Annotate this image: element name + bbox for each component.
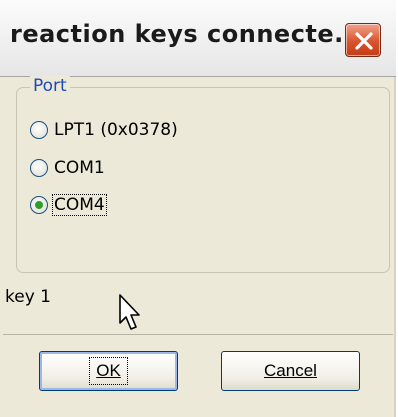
cancel-button-label: Cancel (264, 361, 317, 380)
radio-lpt1-label: LPT1 (0x0378) (54, 120, 178, 140)
ok-button[interactable]: OK (39, 351, 178, 391)
port-group-legend: Port (30, 76, 70, 96)
radio-com4-label: COM4 (52, 194, 107, 216)
close-button[interactable] (345, 23, 381, 57)
dialog-window: reaction keys connecte... Port LPT1 (0x0… (0, 0, 396, 417)
mouse-pointer-icon (119, 294, 140, 330)
footer-separator (3, 334, 393, 335)
ok-button-label: OK (89, 357, 128, 385)
radio-com4[interactable]: COM4 (30, 192, 107, 218)
close-x-icon (355, 32, 373, 50)
radio-lpt1[interactable]: LPT1 (0x0378) (30, 117, 180, 143)
radio-com1-circle[interactable] (30, 159, 48, 177)
cancel-button[interactable]: Cancel (221, 351, 360, 391)
window-title: reaction keys connecte... (10, 20, 364, 48)
key-status-label: key 1 (5, 287, 51, 307)
radio-com4-circle[interactable] (30, 196, 48, 214)
radio-com1[interactable]: COM1 (30, 155, 107, 181)
radio-selected-dot (35, 201, 43, 209)
radio-com1-label: COM1 (54, 158, 105, 178)
title-bar[interactable]: reaction keys connecte... (0, 0, 396, 77)
radio-lpt1-circle[interactable] (30, 121, 48, 139)
